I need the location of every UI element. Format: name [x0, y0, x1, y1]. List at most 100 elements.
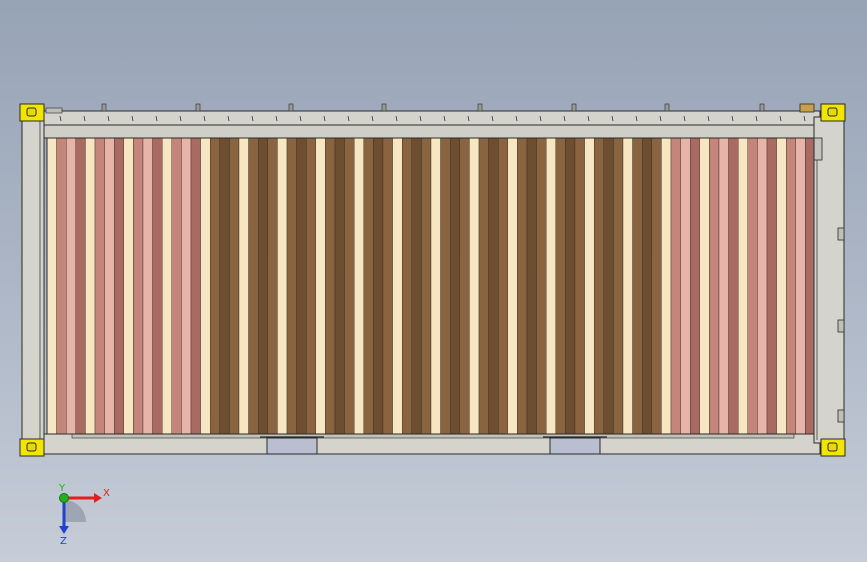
corrugation-stripe — [430, 137, 441, 435]
corrugation-stripe — [613, 137, 624, 435]
corner-casting-bottom-right — [820, 438, 846, 457]
corrugation-stripe — [75, 137, 86, 435]
door-hinge — [837, 409, 845, 423]
x-axis-arrowhead — [94, 493, 102, 503]
corrugation-stripe — [632, 137, 643, 435]
corrugation-stripe — [411, 137, 422, 435]
corrugation-stripe — [104, 137, 115, 435]
corrugation-stripe — [555, 137, 566, 435]
corrugation-stripe — [488, 137, 499, 435]
door-lock-tag-left — [45, 107, 63, 114]
door-hinge — [837, 319, 845, 333]
corrugation-stripe — [200, 137, 211, 435]
corrugation-stripe — [786, 137, 797, 435]
corrugation-stripe — [536, 137, 547, 435]
corrugation-stripe — [296, 137, 307, 435]
fork-pocket-right — [549, 437, 601, 455]
corrugation-stripe — [382, 137, 393, 435]
top-rail — [25, 110, 821, 126]
corrugation-stripe — [354, 137, 365, 435]
corrugation-stripe — [738, 137, 749, 435]
corrugation-stripe — [757, 137, 768, 435]
corrugation-stripe — [85, 137, 96, 435]
corrugation-stripe — [248, 137, 259, 435]
corrugation-stripe — [776, 137, 787, 435]
corrugation-stripe — [277, 137, 288, 435]
top-lug — [664, 103, 670, 112]
corner-casting-top-left — [19, 103, 45, 122]
corrugation-stripe — [498, 137, 509, 435]
corrugation-stripe — [478, 137, 489, 435]
corrugation-stripe — [161, 137, 172, 435]
corrugation-stripe — [565, 137, 576, 435]
corrugation-stripe — [334, 137, 345, 435]
door-hinge — [837, 227, 845, 241]
top-lug — [759, 103, 765, 112]
corrugation-stripe — [661, 137, 672, 435]
corrugation-stripe — [728, 137, 739, 435]
orientation-triad[interactable]: X Y Z — [40, 482, 110, 552]
top-rail-inner — [43, 124, 823, 139]
corrugation-stripe — [747, 137, 758, 435]
corrugation-stripe — [258, 137, 269, 435]
z-axis-arrowhead — [59, 526, 69, 534]
corrugation-stripe — [65, 137, 76, 435]
corrugation-stripe — [152, 137, 163, 435]
corrugation-stripe — [219, 137, 230, 435]
corrugation-stripe — [190, 137, 201, 435]
corrugation-stripe — [363, 137, 374, 435]
container-model[interactable] — [0, 0, 867, 562]
corrugation-stripe — [709, 137, 720, 435]
bottom-rail-inner — [71, 433, 795, 439]
corrugation-stripe — [699, 137, 710, 435]
top-lug — [195, 103, 201, 112]
y-axis-dot — [59, 493, 69, 503]
corner-casting-bottom-left — [19, 438, 45, 457]
corrugation-stripe — [680, 137, 691, 435]
corrugation-stripe — [795, 137, 806, 435]
corrugation-stripe — [267, 137, 278, 435]
corrugation-stripe — [594, 137, 605, 435]
corrugation-stripe — [459, 137, 470, 435]
corrugation-stripe — [286, 137, 297, 435]
corrugation-stripe — [469, 137, 480, 435]
corrugation-stripe — [133, 137, 144, 435]
corrugation-stripe — [584, 137, 595, 435]
corrugation-stripe — [123, 137, 134, 435]
corrugation-stripe — [181, 137, 192, 435]
z-axis-label: Z — [60, 536, 67, 547]
corrugation-stripe — [56, 137, 67, 435]
corrugation-stripe — [622, 137, 633, 435]
triad-graphic: X Y Z — [58, 483, 110, 547]
corrugation-stripe — [642, 137, 653, 435]
top-lug — [381, 103, 387, 112]
door-lock-tag — [799, 103, 815, 113]
corrugation-stripe — [574, 137, 585, 435]
corrugation-stripe — [315, 137, 326, 435]
corrugation-stripe — [440, 137, 451, 435]
corrugation-stripe — [517, 137, 528, 435]
corrugation-stripe — [526, 137, 537, 435]
corrugation-stripe — [209, 137, 220, 435]
corrugation-stripe — [718, 137, 729, 435]
corrugation-stripe — [670, 137, 681, 435]
corrugation-stripe — [546, 137, 557, 435]
corrugation-stripe — [373, 137, 384, 435]
corrugation-stripe — [229, 137, 240, 435]
corrugation-stripe — [344, 137, 355, 435]
corrugation-stripe — [421, 137, 432, 435]
corrugation-stripe — [651, 137, 662, 435]
corrugation-stripe — [690, 137, 701, 435]
top-lug — [571, 103, 577, 112]
top-lug — [477, 103, 483, 112]
top-lug — [288, 103, 294, 112]
corrugation-stripe — [142, 137, 153, 435]
left-corner-post — [21, 116, 45, 444]
corrugation-stripe — [238, 137, 249, 435]
corner-casting-top-right — [820, 103, 846, 122]
corrugation-stripe — [507, 137, 518, 435]
corrugation-stripe — [325, 137, 336, 435]
triad-shadow-arc — [64, 500, 86, 522]
top-lug — [101, 103, 107, 112]
cad-viewport[interactable]: X Y Z — [0, 0, 867, 562]
